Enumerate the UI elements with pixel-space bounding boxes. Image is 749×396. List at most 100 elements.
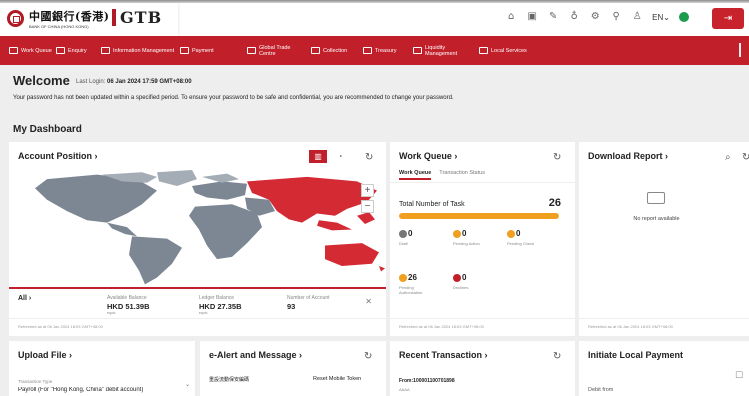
divider — [390, 182, 575, 183]
tab-work-queue[interactable]: Work Queue — [399, 170, 432, 180]
gtb-logo-text: GTB — [120, 8, 163, 27]
welcome-title: Welcome — [13, 73, 70, 88]
chart-view-toggle[interactable]: ◔ — [331, 150, 349, 163]
zoom-out-button[interactable]: − — [361, 200, 374, 213]
nav-global-trade-centre[interactable]: Global Trade Centre — [247, 36, 303, 65]
refreshed-time: Refreshed as at 06 Jan 2024 18:03 GMT+08… — [18, 324, 103, 329]
globe-icon — [247, 47, 256, 54]
work-queue-card: Work Queue › ↻ Work Queue Transaction St… — [390, 142, 575, 336]
nav-label: Treasury — [375, 47, 397, 54]
language-selector[interactable]: EN⌄ — [652, 13, 670, 22]
nav-treasury[interactable]: Treasury — [363, 36, 397, 65]
stat-label: Draft — [399, 241, 408, 246]
nav-label: Liquidity Management — [425, 44, 458, 57]
pending-authorisation-icon — [399, 274, 407, 282]
work-queue-title[interactable]: Work Queue › — [399, 151, 457, 161]
refresh-icon[interactable]: ↻ — [742, 152, 749, 163]
liquidity-icon — [413, 47, 422, 54]
nav-liquidity-management[interactable]: Liquidity Management — [413, 36, 467, 65]
last-login: Last Login: 06 Jan 2024 17:59 GMT+08:00 — [76, 79, 192, 85]
nav-work-queue[interactable]: Work Queue — [9, 36, 52, 65]
local-payment-title[interactable]: Initiate Local Payment — [588, 350, 683, 360]
nav-information-management[interactable]: Information Management — [101, 36, 175, 65]
nav-collection[interactable]: Collection — [311, 36, 347, 65]
refresh-icon[interactable]: ↻ — [365, 152, 373, 163]
account-count-value: 93 — [287, 302, 296, 311]
total-tasks-value: 26 — [548, 197, 561, 209]
stat-value: 0 — [408, 229, 413, 238]
account-selector[interactable]: All › — [18, 295, 31, 302]
stat-value: 0 — [516, 229, 521, 238]
world-map — [9, 170, 386, 288]
chevron-down-icon[interactable]: ⌄ — [185, 381, 190, 388]
settings-icon[interactable]: ⚙ — [589, 11, 601, 23]
recent-transaction-title[interactable]: Recent Transaction › — [399, 350, 488, 360]
transaction-sub: AAAA — [399, 387, 410, 392]
inbox-icon[interactable]: ▣ — [526, 11, 538, 23]
stat-value: 0 — [462, 229, 467, 238]
logout-icon[interactable]: ⇥ — [712, 8, 744, 29]
nav-label: Global Trade Centre — [259, 44, 291, 57]
last-login-value: 06 Jan 2024 17:59 GMT+08:00 — [107, 79, 192, 85]
search-icon[interactable]: ⌕ — [725, 152, 731, 163]
location-icon[interactable]: ⚲ — [610, 11, 622, 23]
chat-icon[interactable]: ☐ — [735, 371, 743, 381]
refresh-icon[interactable]: ↻ — [553, 351, 561, 362]
divider — [579, 318, 749, 319]
tasks-progress-bar — [399, 213, 559, 219]
upload-file-title[interactable]: Upload File › — [18, 350, 72, 360]
user-icon[interactable]: ♙ — [631, 11, 643, 23]
queue-icon — [9, 47, 18, 54]
enquiry-icon — [56, 47, 65, 54]
nav-label: Work Queue — [21, 47, 52, 54]
nav-enquiry[interactable]: Enquiry — [56, 36, 87, 65]
pending-action-icon — [453, 230, 461, 238]
last-login-label: Last Login: — [76, 79, 106, 85]
boc-logo-icon — [7, 10, 24, 27]
bank-name-en: BANK OF CHINA (HONG KONG) — [29, 24, 89, 29]
ealert-item-label: 重設流動保安編碼 — [209, 377, 250, 383]
account-summary-strip: All › Available Balance HKD 51.39B equiv… — [9, 287, 386, 319]
download-report-title[interactable]: Download Report › — [588, 151, 668, 161]
local-services-icon — [479, 47, 488, 54]
summary-accent-bar — [9, 287, 386, 289]
reset-mobile-token-link[interactable]: Reset Mobile Token — [313, 376, 361, 382]
available-balance-value: HKD 51.39B — [107, 302, 150, 311]
ledger-balance-sub: equiv. — [199, 311, 209, 315]
edit-icon[interactable]: ✎ — [547, 11, 559, 23]
ledger-balance-value: HKD 27.35B — [199, 302, 242, 311]
payment-icon — [180, 47, 189, 54]
logo[interactable]: 中國銀行(香港) BANK OF CHINA (HONG KONG) GTB — [0, 3, 178, 36]
top-icon-bar: ⌂ ▣ ✎ ♁ ⚙ ⚲ ♙ EN⌄ — [505, 11, 689, 23]
refresh-icon[interactable]: ↻ — [553, 152, 561, 163]
refreshed-time: Refreshed as at 06 Jan 2024 18:03 GMT+08… — [588, 324, 673, 329]
bell-icon[interactable]: ♁ — [568, 11, 580, 23]
local-payment-card: Initiate Local Payment Debit from ☐ — [579, 341, 749, 396]
stat-label: Declines — [453, 285, 469, 290]
divider — [9, 318, 386, 319]
status-icon[interactable] — [679, 12, 689, 22]
map-view-toggle[interactable]: ▥ — [309, 150, 327, 163]
home-icon[interactable]: ⌂ — [505, 11, 517, 23]
transaction-type-select[interactable]: Payroll (For "Hong Kong, China" debit ac… — [18, 387, 188, 393]
nav-local-services[interactable]: Local Services — [479, 36, 527, 65]
close-icon[interactable]: ✕ — [365, 297, 372, 306]
empty-tray-icon — [647, 192, 665, 204]
nav-label: Local Services — [491, 47, 527, 54]
stat-label: Pending Check — [507, 241, 535, 246]
nav-more-icon[interactable] — [739, 43, 741, 57]
zoom-in-button[interactable]: + — [361, 184, 374, 197]
upload-file-card: Upload File › Transaction Type Payroll (… — [9, 341, 195, 396]
ealert-title[interactable]: e-Alert and Message › — [209, 350, 302, 360]
collection-icon — [311, 47, 320, 54]
refresh-icon[interactable]: ↻ — [364, 351, 372, 362]
top-bar: 中國銀行(香港) BANK OF CHINA (HONG KONG) GTB ⌂… — [0, 3, 749, 36]
pending-check-icon — [507, 230, 515, 238]
draft-icon — [399, 230, 407, 238]
available-balance-sub: equiv. — [107, 311, 117, 315]
tasks-progress-fill — [399, 213, 559, 219]
transaction-from[interactable]: From:100001100701898 — [399, 378, 455, 384]
tab-transaction-status[interactable]: Transaction Status — [439, 170, 485, 180]
nav-payment[interactable]: Payment — [180, 36, 214, 65]
account-position-title[interactable]: Account Position › — [18, 151, 98, 161]
